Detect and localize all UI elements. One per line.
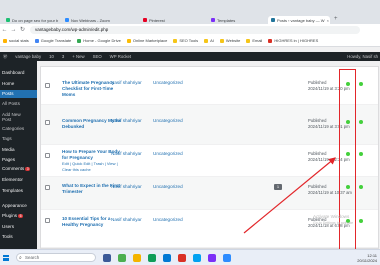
taskbar-app-icon[interactable] <box>178 253 186 262</box>
taskbar-app-icon[interactable] <box>208 253 216 262</box>
system-tray-clock[interactable]: 12:11 20/11/2024 <box>357 253 377 263</box>
windows-taskbar: Search 12:11 20/11/2024 <box>0 249 380 265</box>
taskbar-app-icon[interactable] <box>193 253 201 262</box>
chrome-icon[interactable] <box>148 253 156 262</box>
file-explorer-icon[interactable] <box>133 253 141 262</box>
taskbar-search-input[interactable]: Search <box>16 253 96 262</box>
zoom-icon[interactable] <box>223 253 231 262</box>
task-view-icon[interactable] <box>103 253 111 262</box>
edge-icon[interactable] <box>163 253 171 262</box>
clock-date: 20/11/2024 <box>357 258 377 263</box>
activate-windows-watermark: Activate Windows Go to Settings to activ… <box>313 214 353 226</box>
windows-start-icon[interactable] <box>3 254 9 261</box>
taskbar-app-icon[interactable] <box>118 253 126 262</box>
watermark-line: Go to Settings to activate <box>313 221 354 225</box>
